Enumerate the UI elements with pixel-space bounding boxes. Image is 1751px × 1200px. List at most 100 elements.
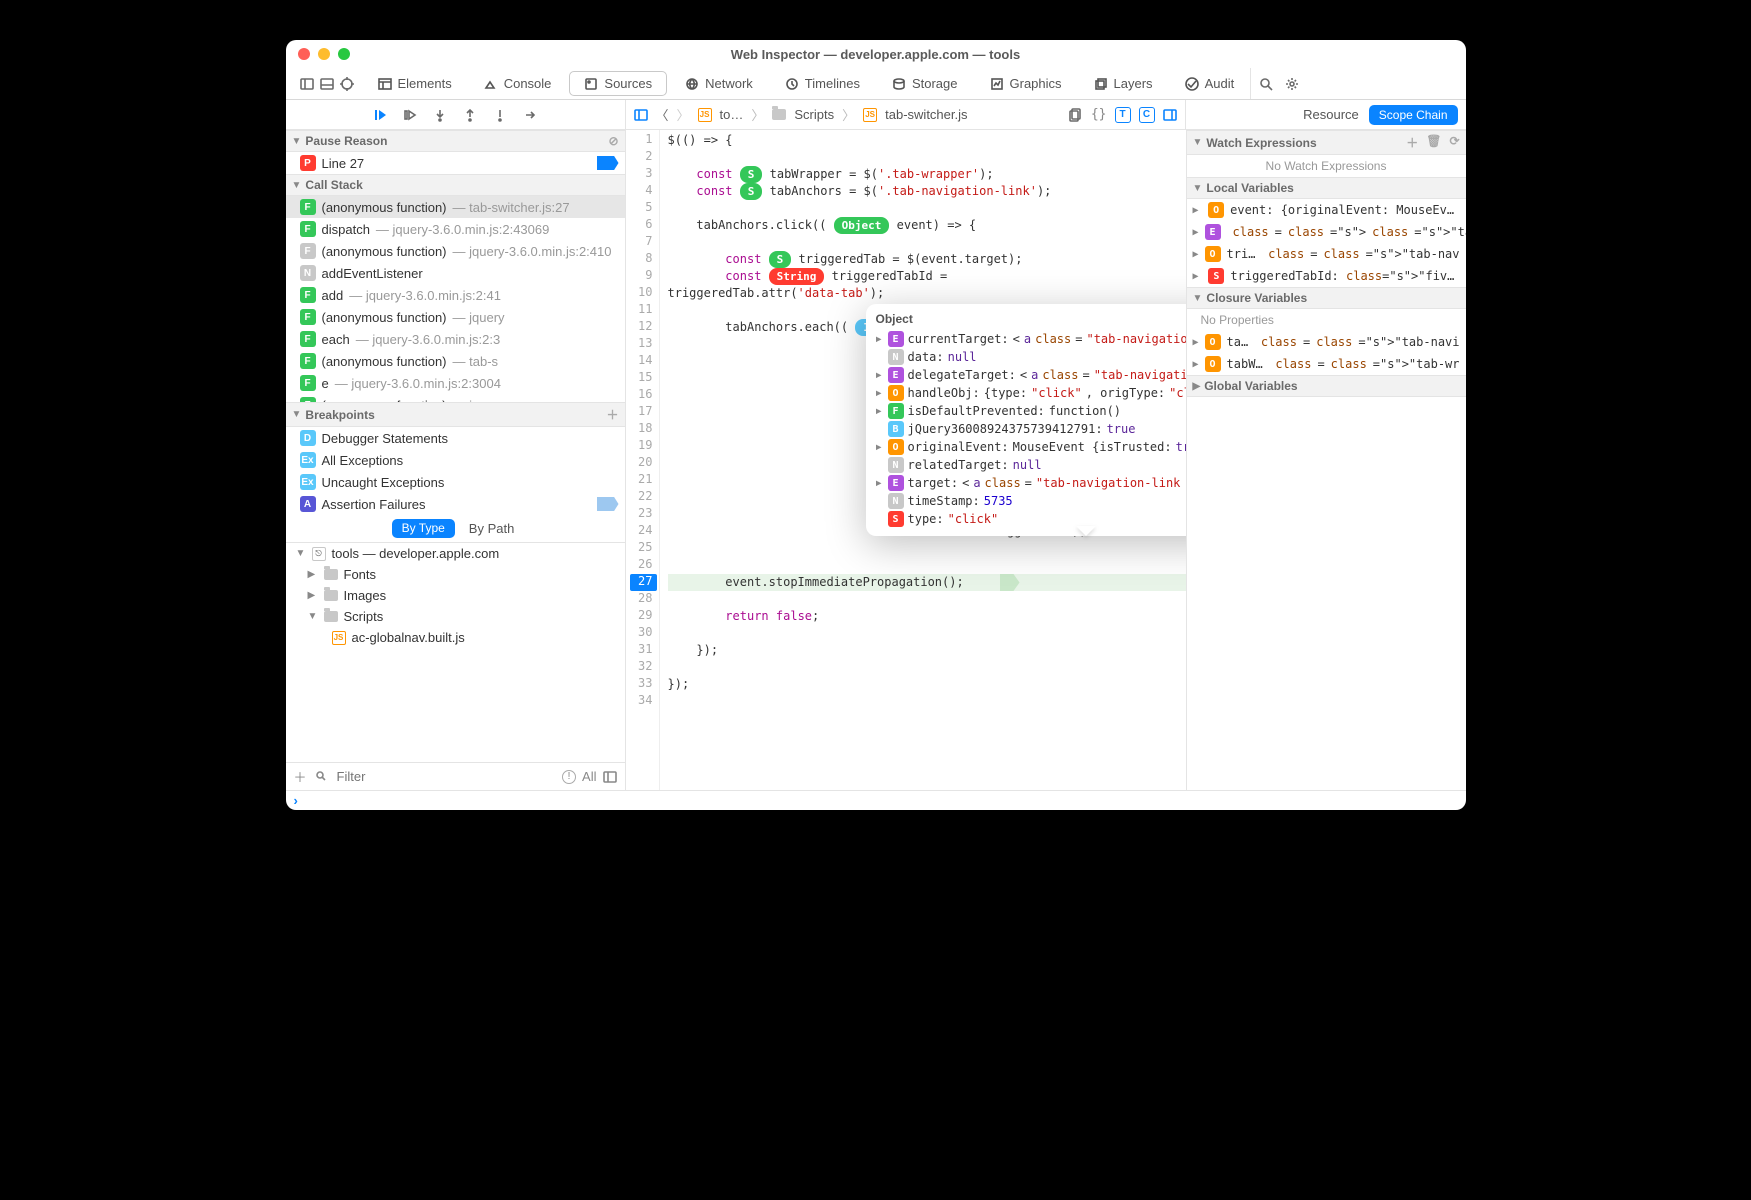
console-prompt-icon: ›	[294, 793, 298, 808]
call-stack-frame[interactable]: Fe — jquery-3.6.0.min.js:2:3004	[286, 372, 625, 394]
filter-input[interactable]	[337, 769, 555, 784]
popover-property[interactable]: S type: "click"	[876, 510, 1186, 528]
js-file-icon: JS	[863, 108, 877, 122]
call-stack-frame[interactable]: F(anonymous function) — jquery-3.6.0.min…	[286, 240, 625, 262]
watch-expressions-header[interactable]: ▼Watch Expressions ＋ 🗑 ⟳	[1187, 130, 1466, 155]
tab-audit[interactable]: Audit	[1171, 71, 1249, 96]
breakpoints-header[interactable]: ▼Breakpoints ＋	[286, 402, 625, 427]
tab-graphics[interactable]: Graphics	[976, 71, 1076, 96]
by-type-button[interactable]: By Type	[392, 519, 455, 538]
main-area: ▼Pause Reason ⊘ P Line 27 ▼Call Stack F(…	[286, 130, 1466, 790]
call-stack-header[interactable]: ▼Call Stack	[286, 174, 625, 196]
folder-row[interactable]: ▶Images	[286, 585, 625, 606]
closure-variables-header[interactable]: ▼Closure Variables	[1187, 287, 1466, 309]
type-chip-t[interactable]: T	[1115, 107, 1131, 123]
popover-property[interactable]: ▶E delegateTarget: <a class="tab-navigat…	[876, 366, 1186, 384]
local-variables-header[interactable]: ▼Local Variables	[1187, 177, 1466, 199]
folder-row[interactable]: ▼Scripts	[286, 606, 625, 627]
resume-icon[interactable]	[373, 108, 387, 122]
popover-property[interactable]: N relatedTarget: null	[876, 456, 1186, 474]
call-stack-frame[interactable]: NaddEventListener	[286, 262, 625, 284]
info-icon[interactable]: !	[562, 770, 576, 784]
window-layout-controls	[292, 68, 362, 99]
search-icon[interactable]	[1259, 77, 1273, 91]
step-icon[interactable]	[493, 108, 507, 122]
popover-property[interactable]: ▶O originalEvent: MouseEvent {isTrusted:…	[876, 438, 1186, 456]
variable-row[interactable]: ▶Oevent: {originalEvent: MouseEvent	[1187, 199, 1466, 221]
breakpoint-item[interactable]: AAssertion Failures	[286, 493, 625, 515]
call-stack-frame[interactable]: F(anonymous function) — tab-switcher.js:…	[286, 196, 625, 218]
dock-left-icon[interactable]	[300, 77, 314, 91]
close-icon[interactable]	[298, 48, 310, 60]
popover-property[interactable]: N timeStamp: 5735	[876, 492, 1186, 510]
popover-property[interactable]: ▶F isDefaultPrevented: function()	[876, 402, 1186, 420]
file-row[interactable]: JSac-globalnav.built.js	[286, 627, 625, 648]
gear-icon[interactable]	[1285, 77, 1299, 91]
popover-property[interactable]: ▶O handleObj: {type: "click", origType: …	[876, 384, 1186, 402]
target-icon[interactable]	[340, 77, 354, 91]
left-sidebar: ▼Pause Reason ⊘ P Line 27 ▼Call Stack F(…	[286, 130, 626, 790]
nav-back-icon[interactable]: 〈	[656, 105, 669, 124]
refresh-icon[interactable]: ⟳	[1449, 134, 1459, 151]
tree-root[interactable]: ▼ ⎋ tools — developer.apple.com	[286, 543, 625, 564]
copy-icon[interactable]	[1069, 108, 1083, 122]
tab-layers[interactable]: Layers	[1080, 71, 1167, 96]
pause-reason-header[interactable]: ▼Pause Reason ⊘	[286, 130, 625, 152]
variable-row[interactable]: ▶OtriggeredTab: S [<class="v">a class=cl…	[1187, 243, 1466, 265]
tab-storage[interactable]: Storage	[878, 71, 972, 96]
nav-forward-icon: 〉	[677, 105, 690, 124]
call-stack-frame[interactable]: F(anonymous function) — jquery	[286, 394, 625, 402]
variable-row[interactable]: ▶Ethis: <class="v">a class=class="s">cla…	[1187, 221, 1466, 243]
call-stack-frame[interactable]: F(anonymous function) — tab-s	[286, 350, 625, 372]
breadcrumb-root[interactable]: to…	[720, 107, 744, 122]
popover-property[interactable]: ▶E currentTarget: <a class="tab-navigati…	[876, 330, 1186, 348]
breakpoint-item[interactable]: DDebugger Statements	[286, 427, 625, 449]
global-variables-header[interactable]: ▶Global Variables	[1187, 375, 1466, 397]
tab-timelines[interactable]: Timelines	[771, 71, 874, 96]
popover-property[interactable]: B jQuery36008924375739412791: true	[876, 420, 1186, 438]
call-stack-frame[interactable]: F(anonymous function) — jquery	[286, 306, 625, 328]
variable-row[interactable]: ▶OtabAnchors: S [<class="v">a class=clas…	[1187, 331, 1466, 353]
filter-all-label[interactable]: All	[582, 769, 596, 784]
type-chip-c[interactable]: C	[1139, 107, 1155, 123]
step-out-icon[interactable]	[463, 108, 477, 122]
tab-network[interactable]: Network	[671, 71, 767, 96]
popover-property[interactable]: ▶E target: <a class="tab-navigation-link…	[876, 474, 1186, 492]
add-breakpoint-icon[interactable]: ＋	[606, 406, 618, 423]
folder-icon	[772, 109, 786, 120]
breakpoint-item[interactable]: ExUncaught Exceptions	[286, 471, 625, 493]
by-path-button[interactable]: By Path	[465, 519, 519, 538]
tab-elements[interactable]: Elements	[364, 71, 466, 96]
tab-console[interactable]: Console	[470, 71, 566, 96]
call-stack-frame[interactable]: Fadd — jquery-3.6.0.min.js:2:41	[286, 284, 625, 306]
popover-property[interactable]: N data: null	[876, 348, 1186, 366]
delete-watch-icon[interactable]: 🗑	[1426, 134, 1441, 151]
breadcrumb-folder[interactable]: Scripts	[794, 107, 834, 122]
step-into-icon[interactable]	[433, 108, 447, 122]
folder-row[interactable]: ▶Fonts	[286, 564, 625, 585]
breadcrumb-file[interactable]: tab-switcher.js	[885, 107, 967, 122]
pretty-print-icon[interactable]: {}	[1091, 107, 1107, 122]
add-watch-icon[interactable]: ＋	[1406, 134, 1418, 151]
tab-sources[interactable]: Sources	[569, 71, 667, 96]
toggle-left-sidebar-icon[interactable]	[634, 108, 648, 122]
breakpoint-item[interactable]: ExAll Exceptions	[286, 449, 625, 471]
inspector-window: Web Inspector — developer.apple.com — to…	[286, 40, 1466, 810]
scope-icon[interactable]	[603, 770, 617, 784]
step-over-icon[interactable]	[403, 108, 417, 122]
call-stack-frame[interactable]: Feach — jquery-3.6.0.min.js:2:3	[286, 328, 625, 350]
line-gutter[interactable]: 1234567891011121314151617181920212223242…	[626, 130, 660, 790]
variable-row[interactable]: ▶StriggeredTabId: class="s">"five"	[1187, 265, 1466, 287]
clear-icon[interactable]: ⊘	[608, 134, 618, 148]
add-icon[interactable]: ＋	[294, 767, 307, 786]
step-next-icon[interactable]	[523, 108, 537, 122]
variable-row[interactable]: ▶OtabWrapper: S [<class="v">div class=cl…	[1187, 353, 1466, 375]
zoom-icon[interactable]	[338, 48, 350, 60]
scope-chain-button[interactable]: Scope Chain	[1369, 105, 1458, 125]
toggle-right-sidebar-icon[interactable]	[1163, 108, 1177, 122]
resource-label[interactable]: Resource	[1303, 107, 1359, 122]
call-stack-frame[interactable]: Fdispatch — jquery-3.6.0.min.js:2:43069	[286, 218, 625, 240]
dock-bottom-icon[interactable]	[320, 77, 334, 91]
console-bar[interactable]: ›	[286, 790, 1466, 810]
minimize-icon[interactable]	[318, 48, 330, 60]
